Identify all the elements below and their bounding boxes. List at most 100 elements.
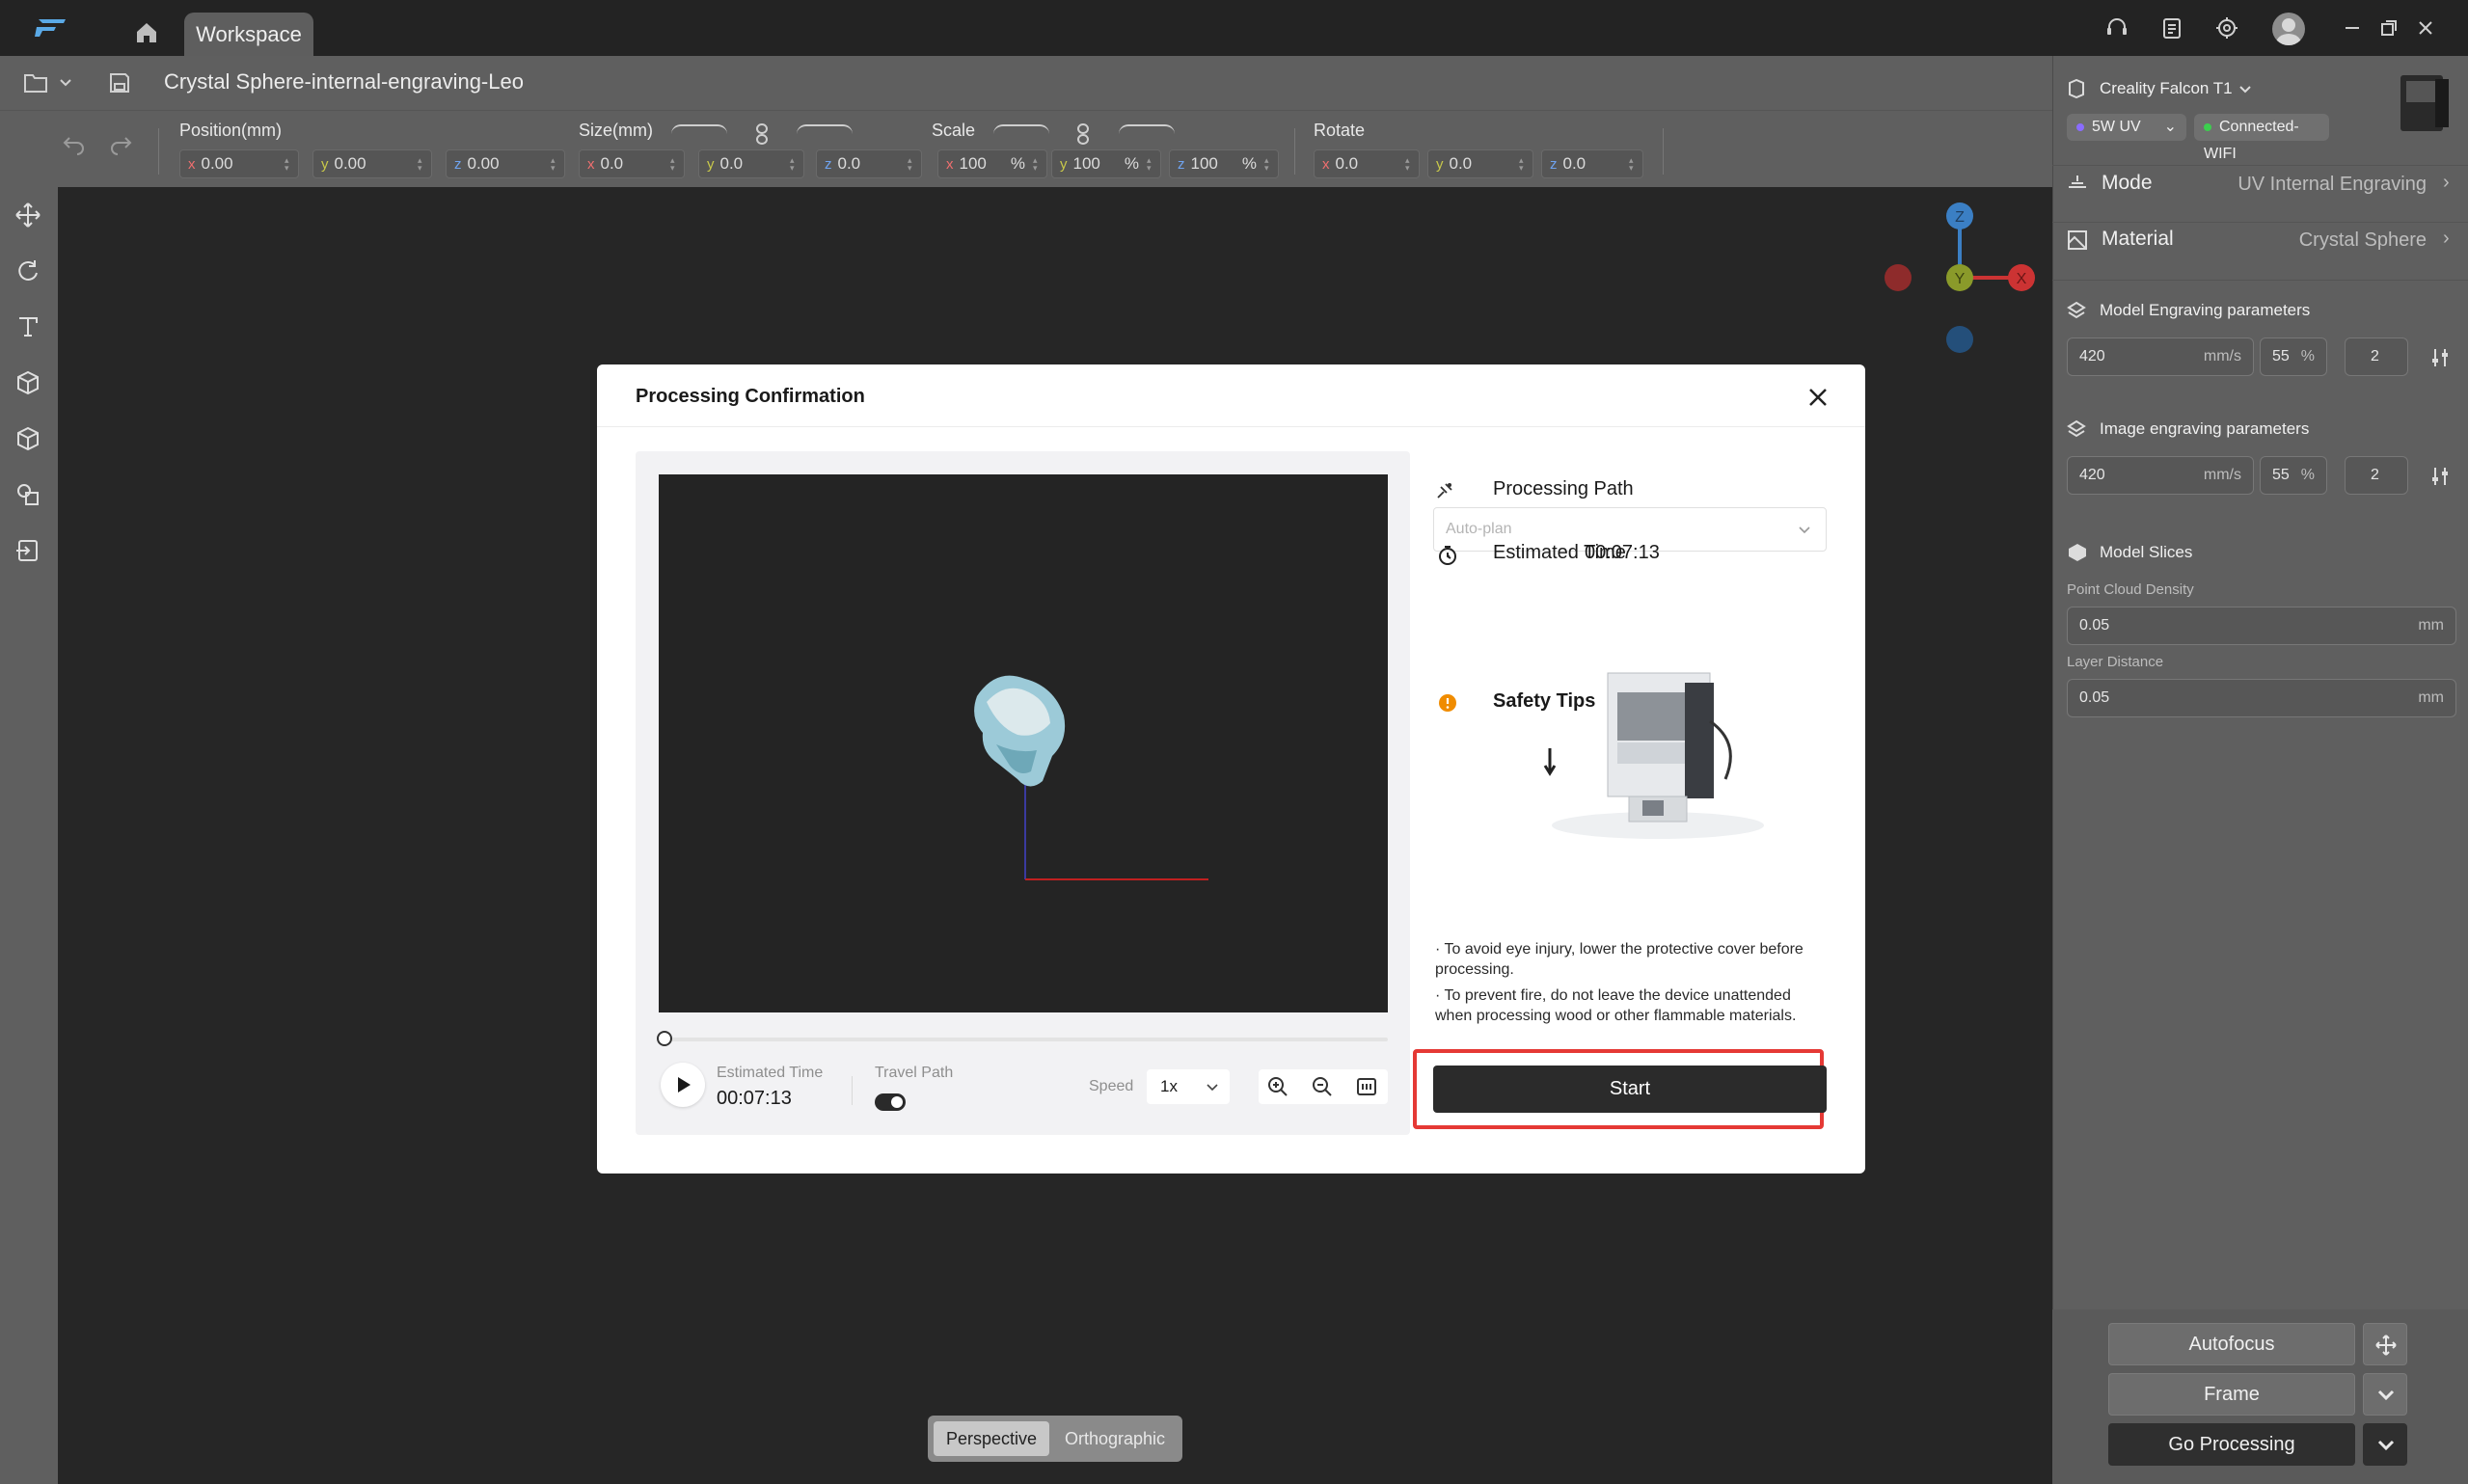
dialog-divider <box>597 426 1865 427</box>
layer-distance-input[interactable]: 0.05 mm <box>2067 679 2456 717</box>
image-power-input[interactable]: 55% <box>2260 456 2327 495</box>
mode-icon <box>2069 175 2086 188</box>
autofocus-button[interactable]: Autofocus <box>2108 1323 2355 1365</box>
text-tool-icon[interactable] <box>14 312 42 341</box>
chevron-down-icon <box>1207 1084 1218 1092</box>
scale-x-input[interactable]: x 100% ▴ ▾ <box>937 149 1047 178</box>
shape-library-icon[interactable] <box>14 424 42 453</box>
user-avatar[interactable] <box>2272 13 2305 45</box>
model-passes-input[interactable]: 2 <box>2345 337 2408 376</box>
open-folder-icon[interactable] <box>23 71 48 94</box>
close-window-icon[interactable] <box>2411 13 2440 42</box>
view-mode-toggle: Perspective Orthographic <box>928 1416 1182 1462</box>
toolbar-divider <box>1294 128 1295 175</box>
fit-view-icon[interactable] <box>1355 1075 1378 1098</box>
frame-button[interactable]: Frame <box>2108 1373 2355 1416</box>
warning-icon <box>1439 694 1456 712</box>
scale-label: Scale <box>932 121 976 140</box>
app-logo-icon <box>35 19 66 37</box>
device-icon <box>2069 79 2084 98</box>
tab-workspace[interactable]: Workspace <box>184 13 313 56</box>
home-icon[interactable] <box>133 19 160 46</box>
gizmo-z-label: Z <box>1955 209 1965 226</box>
shapes-icon[interactable] <box>14 480 42 509</box>
progress-slider-track[interactable] <box>663 1038 1388 1041</box>
scale-y-input[interactable]: y 100% ▴ ▾ <box>1051 149 1161 178</box>
right-panel: Creality Falcon T1 5W UV ⌄ Connected-WIFI… <box>2052 56 2468 1484</box>
model-speed-input[interactable]: 420 mm/s <box>2067 337 2254 376</box>
rotate-icon[interactable] <box>14 256 42 285</box>
undo-icon[interactable] <box>62 134 87 155</box>
rotate-label: Rotate <box>1314 121 1366 140</box>
material-value[interactable]: Crystal Sphere <box>2234 229 2427 252</box>
size-link-bracket <box>671 124 727 134</box>
scale-z-input[interactable]: z 100% ▴ ▾ <box>1169 149 1279 178</box>
processing-options-button[interactable] <box>2363 1423 2407 1466</box>
mode-label: Mode <box>2102 172 2153 194</box>
chevron-down-icon[interactable] <box>58 75 73 91</box>
position-x-input[interactable]: x 0.00 ▴ ▾ <box>179 149 299 178</box>
lock-ratio-icon[interactable] <box>1075 122 1091 146</box>
frame-options-button[interactable] <box>2363 1373 2407 1416</box>
panel-divider <box>2052 280 2468 281</box>
device-name[interactable]: Creality Falcon T1 <box>2100 79 2233 98</box>
start-button[interactable]: Start <box>1433 1066 1827 1113</box>
position-y-input[interactable]: y 0.00 ▴ ▾ <box>312 149 432 178</box>
left-toolbar <box>0 187 58 1484</box>
chevron-right-icon[interactable]: › <box>2443 228 2450 250</box>
task-list-icon[interactable] <box>2157 13 2186 42</box>
image-passes-input[interactable]: 2 <box>2345 456 2408 495</box>
advanced-settings-icon[interactable] <box>2429 466 2451 487</box>
rotate-x-input[interactable]: x 0.0 ▴ ▾ <box>1314 149 1420 178</box>
model-cube-icon[interactable] <box>14 368 42 397</box>
close-icon[interactable] <box>1806 386 1830 409</box>
device-thumbnail <box>2400 75 2449 131</box>
rotate-y-input[interactable]: y 0.0 ▴ ▾ <box>1427 149 1533 178</box>
settings-gear-icon[interactable] <box>2212 13 2241 42</box>
scale-link-bracket <box>993 124 1049 134</box>
path-preview-viewport[interactable] <box>659 474 1388 1012</box>
speed-select[interactable]: 1x <box>1147 1069 1230 1104</box>
progress-slider-handle[interactable] <box>657 1031 672 1046</box>
slices-icon <box>2069 544 2086 561</box>
redo-icon[interactable] <box>108 134 133 155</box>
support-headset-icon[interactable] <box>2102 13 2131 42</box>
size-y-input[interactable]: y 0.0 ▴ ▾ <box>698 149 804 178</box>
zoom-out-icon[interactable] <box>1311 1075 1334 1098</box>
lock-ratio-icon[interactable] <box>754 122 770 146</box>
travel-path-toggle[interactable] <box>875 1093 906 1111</box>
laser-module-select[interactable]: 5W UV ⌄ <box>2067 114 2186 141</box>
chevron-down-icon <box>2377 1390 2395 1401</box>
position-z-input[interactable]: z 0.00 ▴ ▾ <box>446 149 565 178</box>
preview-estimated-time-label: Estimated Time <box>717 1065 824 1081</box>
mode-value[interactable]: UV Internal Engraving <box>2234 174 2427 196</box>
size-x-input[interactable]: x 0.0 ▴ ▾ <box>579 149 685 178</box>
advanced-settings-icon[interactable] <box>2429 347 2451 368</box>
toolbar-divider <box>158 128 159 175</box>
chevron-right-icon[interactable]: › <box>2443 172 2450 194</box>
restore-icon[interactable] <box>2374 13 2403 42</box>
device-illustration <box>1543 672 1764 839</box>
axis-gizmo[interactable]: Z X Y <box>1881 197 2043 361</box>
toolbar-divider <box>1663 128 1664 175</box>
go-processing-button[interactable]: Go Processing <box>2108 1423 2355 1466</box>
image-speed-input[interactable]: 420 mm/s <box>2067 456 2254 495</box>
size-link-bracket <box>797 124 853 134</box>
chevron-down-icon[interactable] <box>2238 83 2252 96</box>
move-icon[interactable] <box>14 201 42 229</box>
import-icon[interactable] <box>14 536 42 565</box>
perspective-view-button[interactable]: Perspective <box>934 1421 1049 1456</box>
position-label: Position(mm) <box>179 121 283 140</box>
point-density-input[interactable]: 0.05 mm <box>2067 607 2456 645</box>
play-button[interactable] <box>661 1063 705 1107</box>
save-icon[interactable] <box>108 71 131 94</box>
model-power-input[interactable]: 55% <box>2260 337 2327 376</box>
orthographic-view-button[interactable]: Orthographic <box>1053 1421 1177 1456</box>
scale-link-bracket <box>1119 124 1175 134</box>
size-z-input[interactable]: z 0.0 ▴ ▾ <box>816 149 922 178</box>
move-axis-button[interactable] <box>2363 1323 2407 1365</box>
minimize-icon[interactable] <box>2338 13 2367 42</box>
zoom-in-icon[interactable] <box>1266 1075 1289 1098</box>
rotate-z-input[interactable]: z 0.0 ▴ ▾ <box>1541 149 1643 178</box>
engraving-preview-model <box>974 675 1208 880</box>
